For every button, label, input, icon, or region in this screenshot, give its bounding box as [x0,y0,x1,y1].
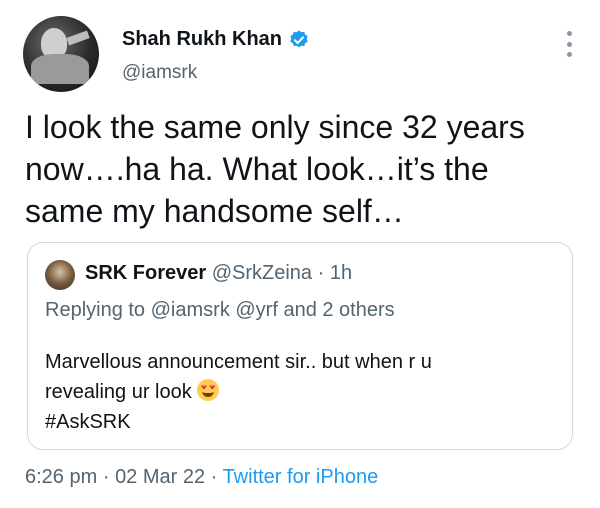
quoted-tweet-age: 1h [329,262,353,284]
tweet-text-line: same my handsome self… [25,193,404,229]
quoted-tweet[interactable]: SRK Forever @SrkZeina · 1h Replying to @… [27,242,573,450]
separator-dot: · [317,262,325,284]
quoted-text-line: revealing ur look [45,381,192,403]
tweet-text: I look the same only since 32 years now…… [25,106,575,232]
quoted-author-avatar [45,260,75,290]
quoted-tweet-text: Marvellous announcement sir.. but when r… [45,347,545,437]
separator-dot: · [102,466,110,488]
tweet-text-line: now….ha ha. What look…it’s the [25,151,489,187]
author-handle[interactable]: @iamsrk [122,62,197,84]
replying-mentions: @iamsrk @yrf and 2 others [150,299,395,321]
author-avatar[interactable] [23,16,99,92]
tweet-date[interactable]: 02 Mar 22 [115,466,205,488]
author-name-row[interactable]: Shah Rukh Khan [122,28,310,51]
quoted-text-line-2: revealing ur look [45,377,545,407]
replying-to: Replying to @iamsrk @yrf and 2 others [45,299,395,322]
tweet-source-link[interactable]: Twitter for iPhone [223,466,379,488]
tweet-footer: 6:26 pm · 02 Mar 22 · Twitter for iPhone [25,466,378,489]
tweet-text-line: I look the same only since 32 years [25,109,525,145]
heart-eyes-emoji-icon [196,379,219,401]
replying-prefix: Replying to [45,299,146,321]
more-options-icon[interactable] [558,31,580,57]
quoted-text-line: #AskSRK [45,411,131,433]
quoted-author-handle: @SrkZeina [211,262,313,284]
quoted-text-line: Marvellous announcement sir.. but when r… [45,351,432,373]
tweet-time[interactable]: 6:26 pm [25,466,97,488]
verified-badge-icon [290,29,308,47]
quoted-tweet-header: SRK Forever @SrkZeina · 1h [85,262,352,285]
author-name[interactable]: Shah Rukh Khan [122,28,282,51]
separator-dot: · [210,466,218,488]
quoted-author-name: SRK Forever [85,262,207,284]
